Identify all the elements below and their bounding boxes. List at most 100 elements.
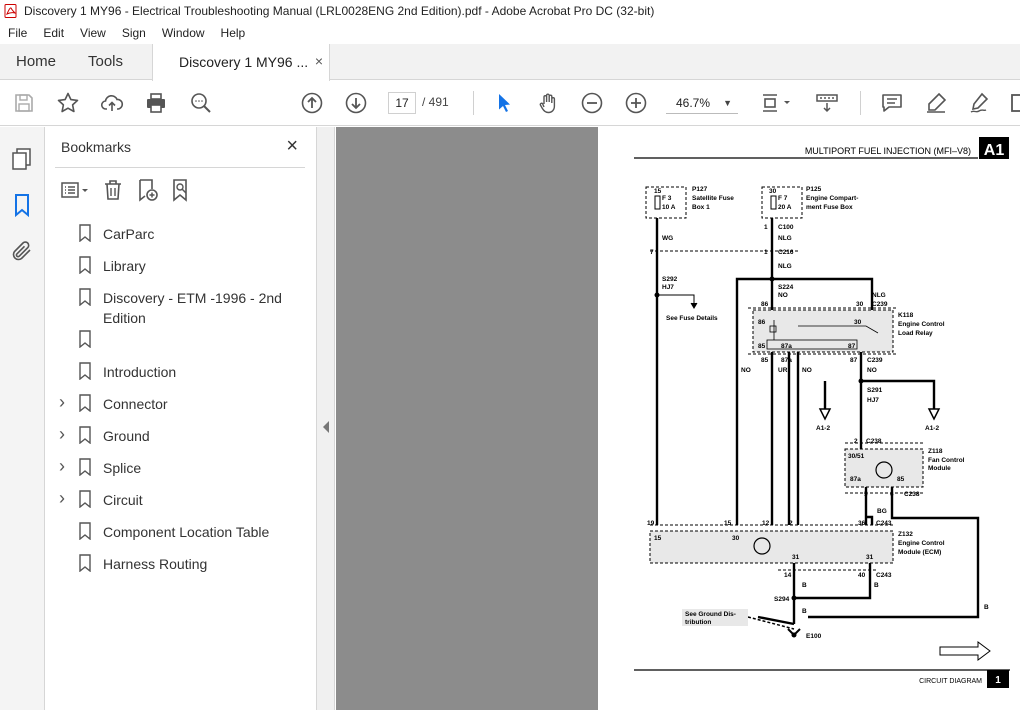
attachments-paperclip-icon[interactable]	[10, 239, 34, 263]
label-z118: Z118	[928, 448, 943, 455]
bookmarks-title: Bookmarks	[61, 139, 132, 155]
zoom-level-dropdown[interactable]: 46.7% ▼	[666, 92, 738, 114]
label-z132-desc1: Engine Control	[898, 540, 945, 547]
more-tools-icon[interactable]	[1010, 91, 1020, 115]
collapse-panel-handle[interactable]	[317, 127, 335, 710]
ecm-pin-14: 14	[784, 572, 792, 579]
tab-document[interactable]: Discovery 1 MY96 ... ×	[152, 44, 330, 81]
bookmark-item[interactable]: Harness Routing	[45, 552, 317, 584]
bookmark-item[interactable]: Component Location Table	[45, 520, 317, 552]
diagram-header-code: A1	[984, 142, 1005, 159]
ecm-inner-31-b: 31	[866, 554, 874, 561]
wire-nlg-2: NLG	[778, 263, 792, 270]
bookmark-label: Component Location Table	[103, 524, 270, 540]
window-title: Discovery 1 MY96 - Electrical Troublesho…	[24, 4, 655, 18]
highlight-pen-icon[interactable]	[924, 91, 948, 115]
wire-no-2: NO	[741, 367, 751, 374]
bookmark-item[interactable]: Introduction	[45, 360, 317, 392]
bookmark-item[interactable]: CarParc	[45, 222, 317, 254]
menu-file[interactable]: File	[0, 26, 35, 40]
bookmark-item[interactable]: › Ground	[45, 424, 317, 456]
wire-nlg-1: NLG	[778, 235, 792, 242]
bookmark-label: Discovery - ETM -1996 - 2nd Edition	[103, 290, 282, 326]
comment-icon[interactable]	[880, 91, 904, 115]
star-icon[interactable]	[56, 91, 80, 115]
ecm-pin-12: 12	[762, 520, 770, 527]
wire-b-2: B	[874, 582, 879, 589]
menu-view[interactable]: View	[72, 26, 114, 40]
menu-window[interactable]: Window	[154, 26, 213, 40]
bookmark-item[interactable]: Library	[45, 254, 317, 286]
pin-6: 6	[890, 491, 894, 498]
bookmark-icon	[79, 288, 91, 306]
wire-b-1: B	[802, 582, 807, 589]
pin-5: 5	[864, 491, 868, 498]
bookmark-item[interactable]: › Splice	[45, 456, 317, 488]
fan-pin-3051: 30/51	[848, 453, 865, 460]
delete-bookmark-icon[interactable]	[101, 178, 127, 202]
bookmark-item[interactable]: › Circuit	[45, 488, 317, 520]
bookmark-item[interactable]: › Connector	[45, 392, 317, 424]
bookmark-label	[103, 328, 293, 330]
label-c216: C216	[778, 249, 794, 256]
bookmark-label: Splice	[103, 460, 142, 476]
fuse-f3-pin: 15	[654, 188, 662, 195]
page-thumbnails-icon[interactable]	[10, 147, 34, 171]
tab-tools[interactable]: Tools	[88, 53, 123, 70]
bookmark-item[interactable]	[45, 328, 317, 360]
zoom-search-icon[interactable]	[189, 91, 213, 115]
next-page-icon[interactable]	[344, 91, 368, 115]
menu-edit[interactable]: Edit	[35, 26, 72, 40]
bookmark-panel-icon[interactable]	[10, 193, 34, 218]
new-bookmark-icon[interactable]	[135, 178, 161, 202]
scroll-mode-icon[interactable]	[815, 91, 839, 115]
bookmark-label: Connector	[103, 396, 168, 412]
page-number-input[interactable]: 17	[388, 92, 416, 114]
menu-help[interactable]: Help	[213, 26, 254, 40]
pin-87a-bottom: 87a	[781, 357, 792, 364]
wire-no-3: NO	[802, 367, 812, 374]
title-bar: Discovery 1 MY96 - Electrical Troublesho…	[0, 0, 1020, 22]
label-z118-desc1: Fan Control	[928, 457, 965, 464]
close-tab-icon[interactable]: ×	[315, 53, 323, 69]
label-p125-desc2: ment Fuse Box	[806, 204, 853, 211]
cloud-upload-icon[interactable]	[100, 91, 124, 115]
print-icon[interactable]	[144, 91, 168, 115]
label-p127: P127	[692, 186, 708, 193]
hand-tool-icon[interactable]	[536, 91, 560, 115]
fuse-f3-name: F 3	[662, 195, 672, 202]
label-c238-bottom: C238	[904, 491, 920, 498]
collapse-arrow-icon	[323, 421, 329, 433]
label-c100: C100	[778, 224, 794, 231]
zoom-out-icon[interactable]	[580, 91, 604, 115]
fuse-f7-name: F 7	[778, 195, 788, 202]
chevron-right-icon[interactable]: ›	[59, 489, 73, 508]
select-cursor-icon[interactable]	[492, 91, 516, 115]
wire-ur: UR	[778, 367, 788, 374]
page-layout-icon[interactable]	[760, 91, 794, 115]
menu-sign[interactable]: Sign	[114, 26, 154, 40]
wire-wg: WG	[662, 235, 673, 242]
pin-30-top: 30	[856, 301, 864, 308]
save-icon[interactable]	[12, 91, 36, 115]
wire-b-4: B	[984, 604, 989, 611]
document-viewer[interactable]: MULTIPORT FUEL INJECTION (MFI–V8) A1 15 …	[336, 127, 1020, 710]
relay-pin-87: 87	[848, 343, 856, 350]
zoom-in-icon[interactable]	[624, 91, 648, 115]
fuse-f7-rating: 20 A	[778, 204, 792, 211]
bookmark-item[interactable]: Discovery - ETM -1996 - 2nd Edition	[45, 286, 317, 328]
chevron-right-icon[interactable]: ›	[59, 457, 73, 476]
fill-sign-icon[interactable]	[968, 91, 992, 115]
chevron-right-icon[interactable]: ›	[59, 425, 73, 444]
bookmark-search-icon[interactable]	[169, 178, 195, 202]
tab-home[interactable]: Home	[16, 53, 56, 70]
options-list-icon[interactable]	[61, 178, 88, 202]
close-panel-icon[interactable]: ×	[286, 135, 298, 158]
bookmark-icon	[79, 458, 91, 476]
chevron-right-icon[interactable]: ›	[59, 393, 73, 412]
ground-ref-a12-left: A1-2	[816, 425, 830, 432]
label-p125-desc1: Engine Compart-	[806, 195, 858, 202]
previous-page-icon[interactable]	[300, 91, 324, 115]
